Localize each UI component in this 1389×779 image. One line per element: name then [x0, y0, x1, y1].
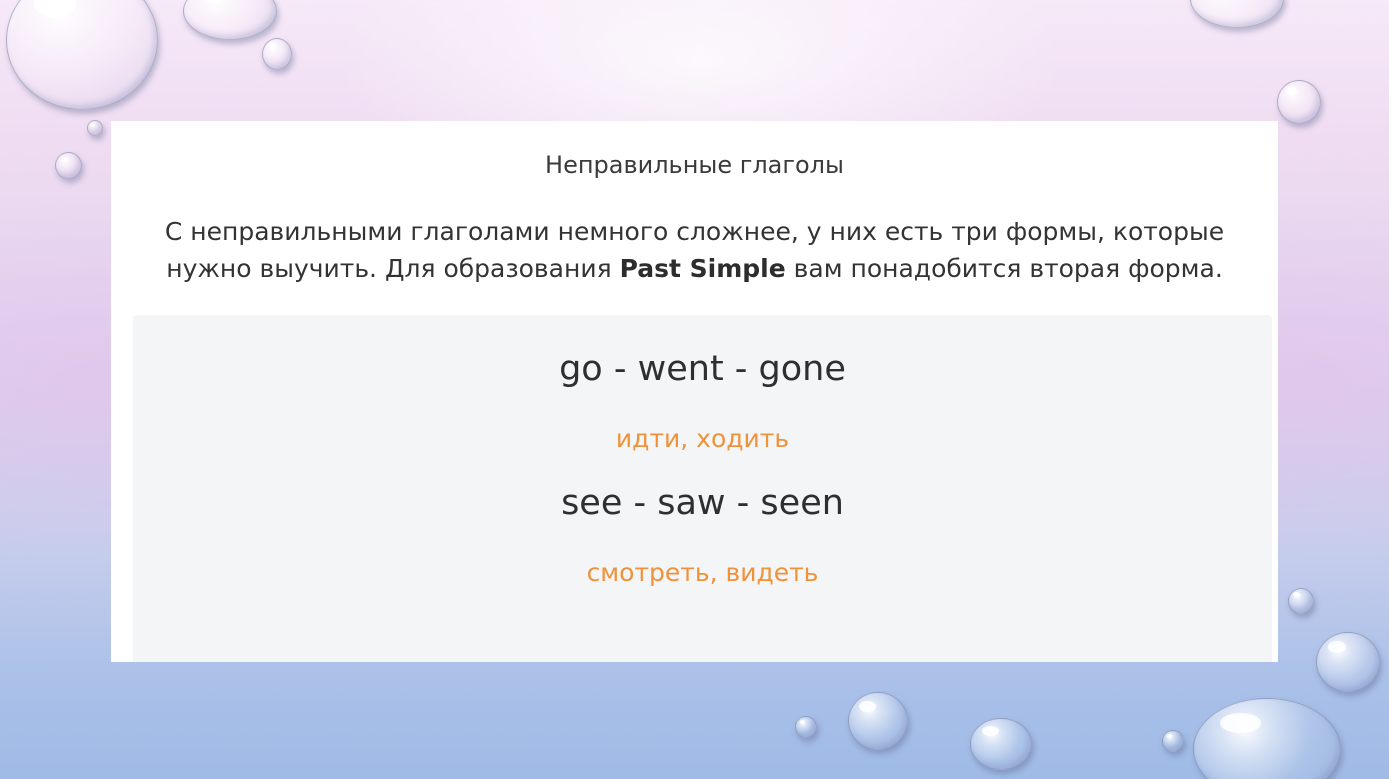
- verb-forms-see: see - saw - seen: [561, 483, 844, 523]
- verb-forms-go: go - went - gone: [559, 349, 846, 389]
- water-drop-decoration: [970, 718, 1032, 770]
- water-drop-decoration: [262, 38, 292, 70]
- water-drop-decoration: [87, 120, 103, 136]
- water-drop-decoration: [848, 692, 908, 750]
- water-drop-decoration: [795, 716, 817, 738]
- water-drop-decoration: [1288, 588, 1314, 614]
- intro-highlight: Past Simple: [619, 254, 786, 283]
- content-card: Неправильные глаголы С неправильными гла…: [111, 121, 1278, 662]
- water-drop-decoration: [55, 152, 82, 179]
- card-title: Неправильные глаголы: [545, 151, 844, 179]
- intro-paragraph: С неправильными глаголами немного сложне…: [151, 213, 1238, 287]
- water-drop-decoration: [1162, 730, 1184, 752]
- verb-translation-see: смотреть, видеть: [586, 558, 819, 587]
- verb-translation-go: идти, ходить: [615, 424, 790, 453]
- intro-text-end: вам понадобится вторая форма.: [785, 254, 1223, 283]
- water-drop-decoration: [1277, 80, 1321, 124]
- verb-examples-box: go - went - gone идти, ходить see - saw …: [133, 315, 1272, 662]
- water-drop-decoration: [1316, 632, 1380, 692]
